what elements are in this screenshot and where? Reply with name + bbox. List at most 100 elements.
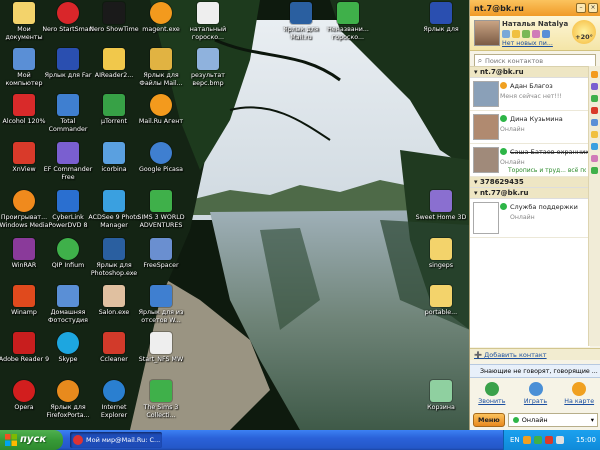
status-icon[interactable] <box>502 30 510 38</box>
desktop-icon-photoshop[interactable]: Ярлык для Photoshop.exe <box>88 238 140 278</box>
desktop-icon-qip[interactable]: QIP Infium <box>42 238 94 270</box>
map-button[interactable]: На карте <box>557 380 600 410</box>
contact-name: Дина Кузьмина <box>510 115 563 123</box>
search-icon: ⌕ <box>477 56 483 65</box>
desktop-icon-nfs[interactable]: Start_NFS MW <box>135 332 187 364</box>
agent-title-bar[interactable]: nt.7@bk.ru – × <box>470 0 600 16</box>
desktop-icon-nero-startsmart[interactable]: Nero StartSmart <box>42 2 94 34</box>
agent-side-toolbar <box>588 66 600 346</box>
desktop-icon-aireader[interactable]: AIReader2... <box>88 48 140 80</box>
desktop-icon-ie[interactable]: Internet Explorer <box>88 380 140 420</box>
search-input[interactable] <box>485 57 585 65</box>
desktop-icon-picasa[interactable]: Google Picasa <box>135 142 187 174</box>
desktop-icon-unnamed-horoscope[interactable]: Неназвани... гороско... <box>322 2 374 42</box>
network-tray-icon[interactable] <box>533 436 542 444</box>
play-button[interactable]: Играть <box>514 380 558 410</box>
contact-group[interactable]: ▾ 378629435 <box>470 177 590 188</box>
desktop-icon-mailru[interactable]: Ярлык для Mail.ru <box>275 2 327 42</box>
start-button[interactable]: пуск <box>0 430 63 450</box>
network-icon <box>103 142 125 164</box>
language-indicator[interactable]: EN <box>510 436 520 444</box>
weather-widget[interactable]: +20° <box>572 20 596 44</box>
desktop-icon-powerdvd[interactable]: CyberLink PowerDVD 8 <box>42 190 94 230</box>
utorrent-icon <box>103 94 125 116</box>
desktop-icon-ef-commander[interactable]: EF Commander Free <box>42 142 94 182</box>
desktop-icon-skype[interactable]: Skype <box>42 332 94 364</box>
desktop-icon-sweet-home[interactable]: Sweet Home 3D <box>415 190 467 222</box>
desktop-icon-sims3-wa[interactable]: SIMS 3 WORLD ADVENTURES <box>135 190 187 230</box>
online-status-icon <box>500 115 507 122</box>
minimize-button[interactable]: – <box>576 3 586 13</box>
nero-icon <box>57 2 79 24</box>
away-status-icon <box>500 82 507 89</box>
desktop-icon-shortcut[interactable]: Ярлык для <box>415 2 467 34</box>
system-tray: EN 15:00 <box>503 430 600 450</box>
clock[interactable]: 15:00 <box>576 436 596 444</box>
desktop-icon-far[interactable]: Ярлык для Far <box>42 48 94 80</box>
contact-item[interactable]: Адан Благоз Меня сейчас нет!!! <box>470 78 590 111</box>
volume-tray-icon[interactable] <box>555 436 564 444</box>
desktop-icon-salon[interactable]: Salon.exe <box>88 285 140 317</box>
desktop-icon-recycle-bin[interactable]: Корзина <box>415 380 467 412</box>
antivirus-tray-icon[interactable] <box>544 436 553 444</box>
photo-icon[interactable] <box>591 131 598 138</box>
desktop-icon-mail-files[interactable]: Ярлык для Файлы Mail... <box>135 48 187 88</box>
mail-icon[interactable] <box>591 107 598 114</box>
icq-icon[interactable] <box>591 95 598 102</box>
music-icon[interactable] <box>542 30 550 38</box>
desktop-icon-portable[interactable]: portable... <box>415 285 467 317</box>
taskbar-item-browser[interactable]: Мой мир@Mail.Ru: С... <box>70 432 162 448</box>
desktop-icon-singeps[interactable]: singeps <box>415 238 467 270</box>
contact-item[interactable]: Дина Кузьмина Онлайн <box>470 111 590 144</box>
shortcut-icon <box>430 2 452 24</box>
mail-icon[interactable] <box>512 30 520 38</box>
document-icon <box>150 332 172 354</box>
desktop-icon-word-reports[interactable]: Ярлык для из отсетов W... <box>135 285 187 325</box>
desktop-icon-acdsee[interactable]: ACDSee 9 Photo Manager <box>88 190 140 230</box>
ccleaner-icon <box>103 332 125 354</box>
add-contact-link[interactable]: ➕ Добавить контакт <box>470 348 600 360</box>
document-icon <box>337 2 359 24</box>
microblog-ticker[interactable]: Знающие не говорят, говорящие ... <box>470 364 600 378</box>
contact-group[interactable]: ▾ nt.7@bk.ru <box>470 67 590 78</box>
profile-name[interactable]: Наталья Natalya <box>502 20 570 28</box>
desktop-icon-mail-agent[interactable]: Mail.Ru Агент <box>135 94 187 126</box>
world-icon[interactable] <box>591 119 598 126</box>
agent-profile: Наталья Natalya Нет новых пи... +20° <box>470 16 600 51</box>
status-select[interactable]: Онлайн ▾ <box>507 413 598 427</box>
desktop-icon-horoscope[interactable]: натальный гороско... <box>182 2 234 42</box>
desktop-icon-photostudio[interactable]: Домашняя Фотостудия <box>42 285 94 325</box>
desktop-icon-total-commander[interactable]: Total Commander <box>42 94 94 134</box>
desktop-icon-icorbina[interactable]: icorbina <box>88 142 140 174</box>
games-icon[interactable] <box>591 167 598 174</box>
menu-button[interactable]: Меню <box>473 413 505 427</box>
desktop-icon-result-bmp[interactable]: результат верс.bmp <box>182 48 234 88</box>
video-icon[interactable] <box>591 143 598 150</box>
photo-icon[interactable] <box>532 30 540 38</box>
desktop-icon-utorrent[interactable]: µTorrent <box>88 94 140 126</box>
call-button[interactable]: Звонить <box>470 380 514 410</box>
desktop-icon-nero-showtime[interactable]: Nero ShowTime <box>88 2 140 34</box>
close-button[interactable]: × <box>588 3 598 13</box>
contact-group[interactable]: ▾ nt.77@bk.ru <box>470 188 590 199</box>
desktop-icon-firefox[interactable]: Ярлык для FirefoxPorta... <box>42 380 94 420</box>
phone-icon <box>484 382 499 396</box>
contact-item[interactable]: Служба поддержки Онлайн <box>470 199 590 238</box>
contact-avatar <box>473 81 499 107</box>
games-icon[interactable] <box>522 30 530 38</box>
chat-icon[interactable] <box>591 83 598 90</box>
desktop-icon-sims3[interactable]: The Sims 3 Collecti... <box>135 380 187 420</box>
folder-icon <box>13 2 35 24</box>
games-icon <box>528 382 543 396</box>
desktop-icon-freespacer[interactable]: FreeSpacer <box>135 238 187 270</box>
new-mail-link[interactable]: Нет новых пи... <box>502 40 568 47</box>
desktop-icon-ccleaner[interactable]: Ccleaner <box>88 332 140 364</box>
avatar[interactable] <box>474 20 500 46</box>
contact-item[interactable]: Саша Батаев охранник Онлайн Торопись и т… <box>470 144 590 177</box>
music-icon[interactable] <box>591 155 598 162</box>
pdf-icon <box>13 332 35 354</box>
mail-agent-icon[interactable] <box>591 71 598 78</box>
desktop-icon-magent[interactable]: magent.exe <box>135 2 187 34</box>
firefox-icon <box>57 380 79 402</box>
mail-agent-tray-icon[interactable] <box>522 436 531 444</box>
